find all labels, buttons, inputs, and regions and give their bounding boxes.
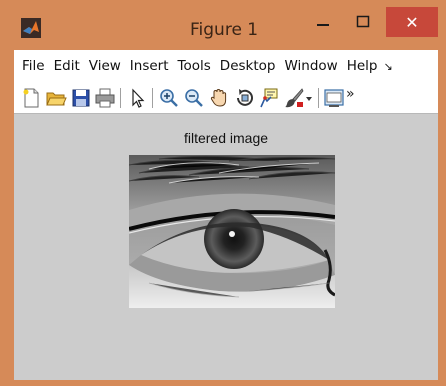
menu-window[interactable]: Window (279, 58, 341, 74)
menu-edit[interactable]: Edit (49, 58, 84, 74)
toolbar-separator (120, 88, 121, 108)
figure-toolbar: » (14, 82, 438, 114)
title-bar[interactable]: Figure 1 ✕ (0, 0, 446, 50)
insert-colorbar-icon[interactable] (323, 87, 345, 109)
close-button[interactable]: ✕ (386, 7, 438, 37)
data-cursor-icon[interactable] (258, 87, 280, 109)
minimize-icon (317, 24, 329, 26)
zoom-out-icon[interactable] (183, 87, 205, 109)
matlab-logo-icon (21, 18, 41, 38)
menu-insert[interactable]: Insert (125, 58, 173, 74)
zoom-in-icon[interactable] (158, 87, 180, 109)
maximize-icon (356, 15, 370, 28)
select-arrow-icon[interactable] (126, 87, 148, 109)
toolbar-separator (152, 88, 153, 108)
new-figure-icon[interactable] (20, 87, 42, 109)
menu-overflow-icon[interactable]: ↘ (384, 60, 393, 73)
axes-title: filtered image (183, 130, 269, 146)
filtered-image (129, 155, 335, 308)
toolbar-separator (318, 88, 319, 108)
brush-icon[interactable] (283, 87, 305, 109)
eye-image (129, 155, 335, 308)
toolbar-overflow-icon[interactable]: » (346, 85, 360, 107)
save-icon[interactable] (70, 87, 92, 109)
menu-view[interactable]: View (84, 58, 125, 74)
brush-dropdown-icon[interactable] (304, 87, 314, 109)
print-icon[interactable] (94, 87, 116, 109)
figure-client-area: File Edit View Insert Tools Desktop Wind… (14, 50, 438, 380)
menu-desktop[interactable]: Desktop (215, 58, 280, 74)
menu-bar: File Edit View Insert Tools Desktop Wind… (14, 50, 438, 82)
menu-help[interactable]: Help (342, 58, 382, 74)
menu-file[interactable]: File (14, 58, 49, 74)
rotate-3d-icon[interactable] (234, 87, 256, 109)
menu-tools[interactable]: Tools (173, 58, 215, 74)
maximize-button[interactable] (350, 10, 376, 34)
pan-hand-icon[interactable] (208, 87, 230, 109)
open-file-icon[interactable] (45, 87, 67, 109)
minimize-button[interactable] (312, 10, 334, 34)
window-title: Figure 1 (190, 20, 259, 40)
close-icon: ✕ (405, 12, 419, 32)
figure-window: Figure 1 ✕ File Edit View Insert Tools D… (0, 0, 446, 386)
